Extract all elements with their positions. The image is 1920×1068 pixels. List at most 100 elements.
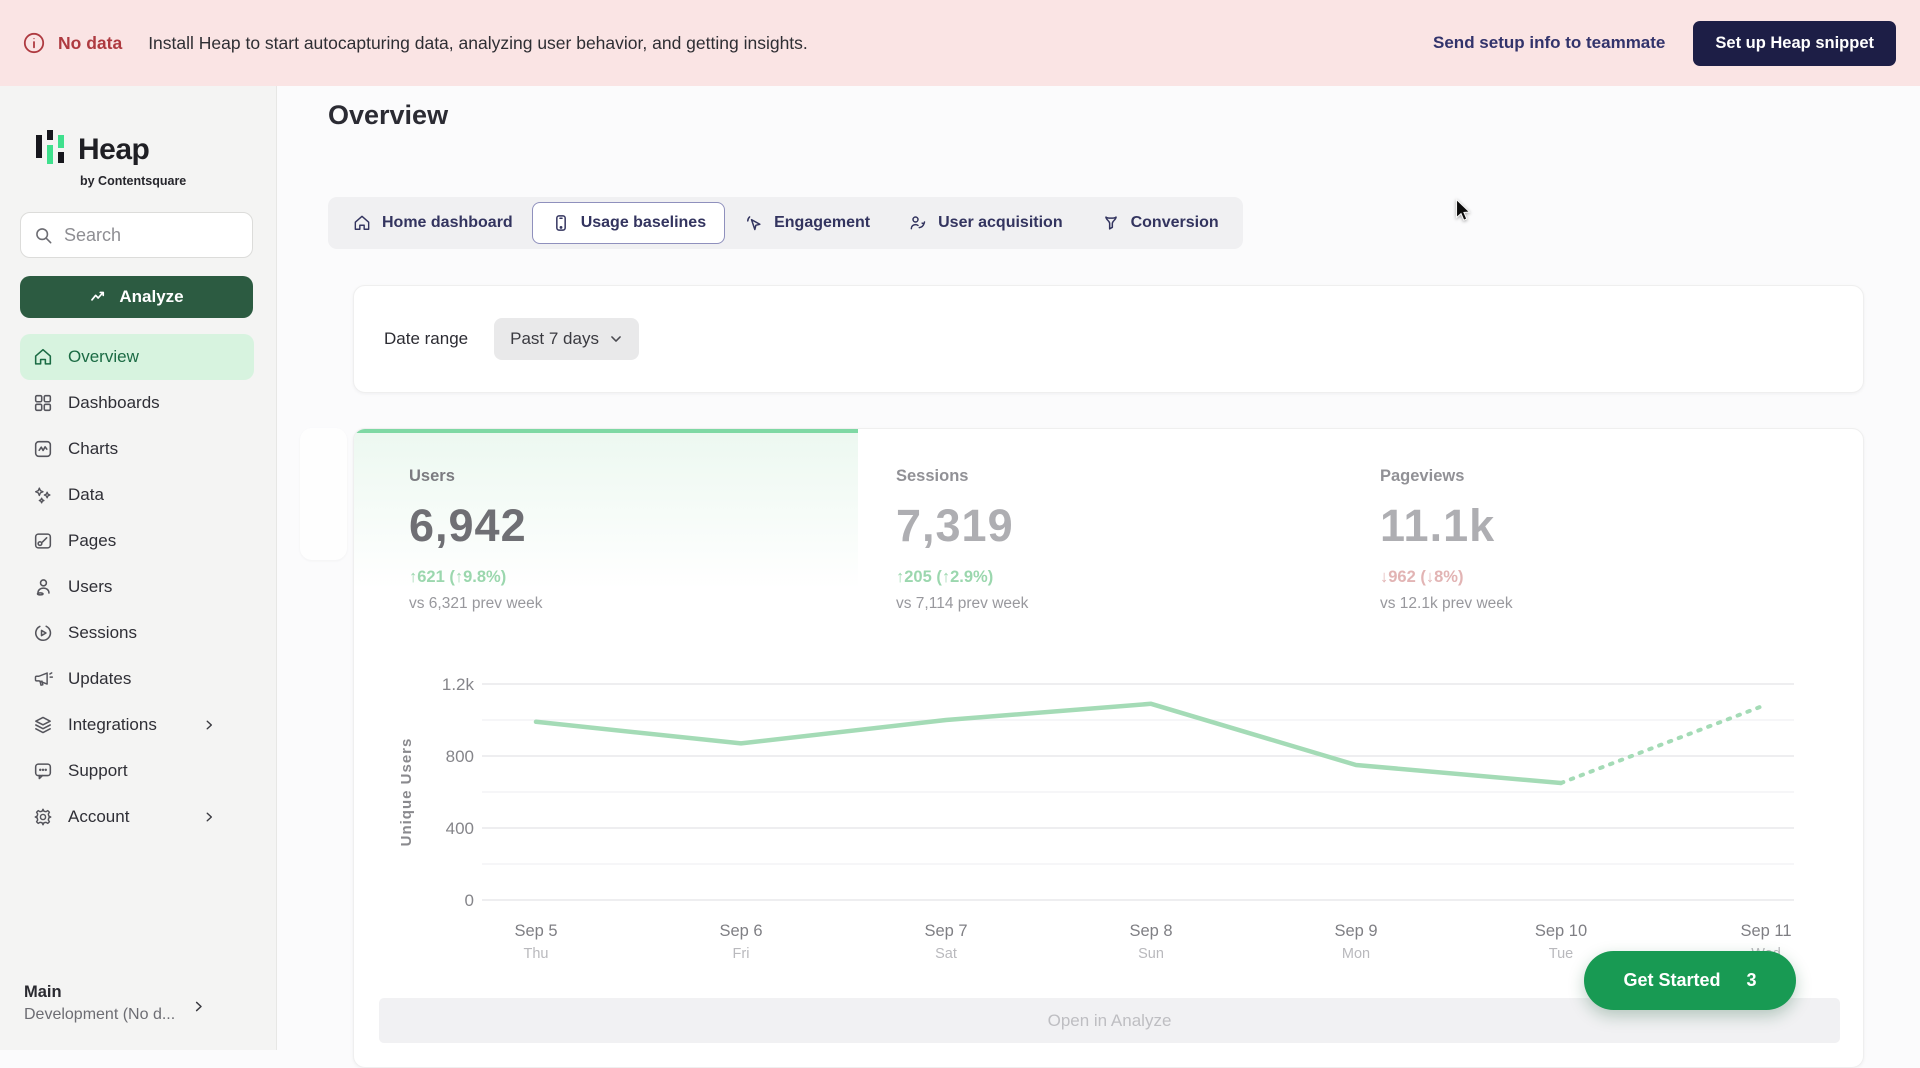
heap-logo-icon xyxy=(34,128,68,168)
sidebar-item-data[interactable]: Data xyxy=(20,472,254,518)
stat-value: 6,942 xyxy=(409,500,858,552)
stats-row: Users 6,942 ↑621 (↑9.8%) vs 6,321 prev w… xyxy=(354,429,1863,629)
no-data-banner: No data Install Heap to start autocaptur… xyxy=(0,0,1920,86)
sidebar-nav: Overview Dashboards Charts Data Pages Us… xyxy=(20,334,254,840)
sidebar-item-users[interactable]: Users xyxy=(20,564,254,610)
search-box[interactable] xyxy=(20,212,253,258)
sidebar-item-sessions[interactable]: Sessions xyxy=(20,610,254,656)
sidebar-item-pages[interactable]: Pages xyxy=(20,518,254,564)
pages-icon xyxy=(32,530,54,552)
svg-text:Sep 11: Sep 11 xyxy=(1740,922,1791,940)
tab-engagement[interactable]: Engagement xyxy=(725,202,889,244)
cursor-click-icon xyxy=(744,213,764,233)
svg-text:Sep 9: Sep 9 xyxy=(1334,922,1377,940)
stat-delta: ↑205 (↑2.9%) xyxy=(896,568,1362,587)
svg-text:Sep 6: Sep 6 xyxy=(719,922,762,940)
chevron-down-icon xyxy=(609,332,623,346)
tab-label: Engagement xyxy=(774,214,870,232)
svg-text:Tue: Tue xyxy=(1549,946,1573,962)
chevron-right-icon xyxy=(191,999,206,1014)
stat-compare: vs 7,114 prev week xyxy=(896,595,1362,613)
page-title: Overview xyxy=(328,100,448,131)
previous-card-peek xyxy=(300,428,347,560)
workspace-title: Main xyxy=(24,983,254,1002)
sidebar-item-integrations[interactable]: Integrations xyxy=(20,702,254,748)
workspace-switcher[interactable]: Main Development (No d... xyxy=(24,983,254,1024)
svg-text:Sep 10: Sep 10 xyxy=(1535,922,1587,940)
stat-compare: vs 6,321 prev week xyxy=(409,595,858,613)
main-content: Overview Home dashboard Usage baselines … xyxy=(277,86,1920,1050)
grid-icon xyxy=(32,392,54,414)
chevron-right-icon xyxy=(202,810,216,824)
play-circle-icon xyxy=(32,622,54,644)
get-started-label: Get Started xyxy=(1623,970,1720,991)
chat-icon xyxy=(32,760,54,782)
sidebar-item-support[interactable]: Support xyxy=(20,748,254,794)
stat-card-users[interactable]: Users 6,942 ↑621 (↑9.8%) vs 6,321 prev w… xyxy=(354,429,858,629)
svg-text:Mon: Mon xyxy=(1342,946,1370,962)
stat-label: Sessions xyxy=(896,467,1362,486)
tab-user-acquisition[interactable]: User acquisition xyxy=(889,202,1081,244)
sidebar-item-charts[interactable]: Charts xyxy=(20,426,254,472)
search-input[interactable] xyxy=(64,225,240,246)
date-range-dropdown[interactable]: Past 7 days xyxy=(494,318,639,360)
sparkles-icon xyxy=(32,484,54,506)
sidebar-item-overview[interactable]: Overview xyxy=(20,334,254,380)
chart-icon xyxy=(32,438,54,460)
stat-label: Users xyxy=(409,467,858,486)
banner-badge: No data xyxy=(58,33,122,54)
stat-value: 7,319 xyxy=(896,500,1362,552)
info-icon xyxy=(22,31,46,55)
sidebar-item-label: Overview xyxy=(68,347,139,367)
sidebar-item-dashboards[interactable]: Dashboards xyxy=(20,380,254,426)
banner-message: Install Heap to start autocapturing data… xyxy=(148,33,808,54)
setup-heap-snippet-button[interactable]: Set up Heap snippet xyxy=(1693,21,1896,66)
sidebar-item-label: Dashboards xyxy=(68,393,160,413)
stat-card-pageviews[interactable]: Pageviews 11.1k ↓962 (↓8%) vs 12.1k prev… xyxy=(1362,429,1864,629)
sidebar-item-label: Pages xyxy=(68,531,116,551)
heap-logo[interactable]: Heap xyxy=(20,128,254,168)
sidebar-item-label: Data xyxy=(68,485,104,505)
sidebar-item-label: Sessions xyxy=(68,623,137,643)
device-icon xyxy=(551,213,571,233)
date-range-label: Date range xyxy=(384,329,468,349)
stat-compare: vs 12.1k prev week xyxy=(1380,595,1864,613)
get-started-button[interactable]: Get Started 3 xyxy=(1584,951,1796,1010)
sidebar: Heap by Contentsquare Analyze Overview D… xyxy=(0,86,277,1050)
svg-text:Sun: Sun xyxy=(1138,946,1164,962)
send-setup-info-link[interactable]: Send setup info to teammate xyxy=(1433,33,1665,53)
analyze-label: Analyze xyxy=(119,287,183,307)
svg-text:Sep 7: Sep 7 xyxy=(924,922,967,940)
tab-conversion[interactable]: Conversion xyxy=(1082,202,1238,244)
sidebar-item-account[interactable]: Account xyxy=(20,794,254,840)
tab-label: Conversion xyxy=(1131,214,1219,232)
funnel-icon xyxy=(1101,213,1121,233)
date-range-card: Date range Past 7 days xyxy=(353,285,1864,393)
stat-card-sessions[interactable]: Sessions 7,319 ↑205 (↑2.9%) vs 7,114 pre… xyxy=(858,429,1362,629)
sidebar-item-updates[interactable]: Updates xyxy=(20,656,254,702)
logo-byline: by Contentsquare xyxy=(80,174,254,188)
stat-value: 11.1k xyxy=(1380,500,1864,552)
svg-text:Sat: Sat xyxy=(935,946,957,962)
svg-text:1.2k: 1.2k xyxy=(442,675,475,694)
tab-usage-baselines[interactable]: Usage baselines xyxy=(532,202,725,244)
svg-text:0: 0 xyxy=(465,891,474,910)
sidebar-item-label: Charts xyxy=(68,439,118,459)
chevron-right-icon xyxy=(202,718,216,732)
stat-delta: ↓962 (↓8%) xyxy=(1380,568,1864,587)
megaphone-icon xyxy=(32,668,54,690)
tab-home-dashboard[interactable]: Home dashboard xyxy=(333,202,532,244)
stat-delta: ↑621 (↑9.8%) xyxy=(409,568,858,587)
svg-text:Sep 8: Sep 8 xyxy=(1129,922,1172,940)
logo-wordmark: Heap xyxy=(78,135,149,168)
tab-label: Usage baselines xyxy=(581,214,706,232)
svg-text:400: 400 xyxy=(446,819,474,838)
analyze-button[interactable]: Analyze xyxy=(20,276,253,318)
svg-text:Thu: Thu xyxy=(524,946,549,962)
get-started-count: 3 xyxy=(1747,970,1757,991)
search-icon xyxy=(33,225,54,246)
trend-line-icon xyxy=(89,287,109,307)
svg-text:Sep 5: Sep 5 xyxy=(514,922,557,940)
sidebar-item-label: Users xyxy=(68,577,112,597)
tab-label: User acquisition xyxy=(938,214,1062,232)
